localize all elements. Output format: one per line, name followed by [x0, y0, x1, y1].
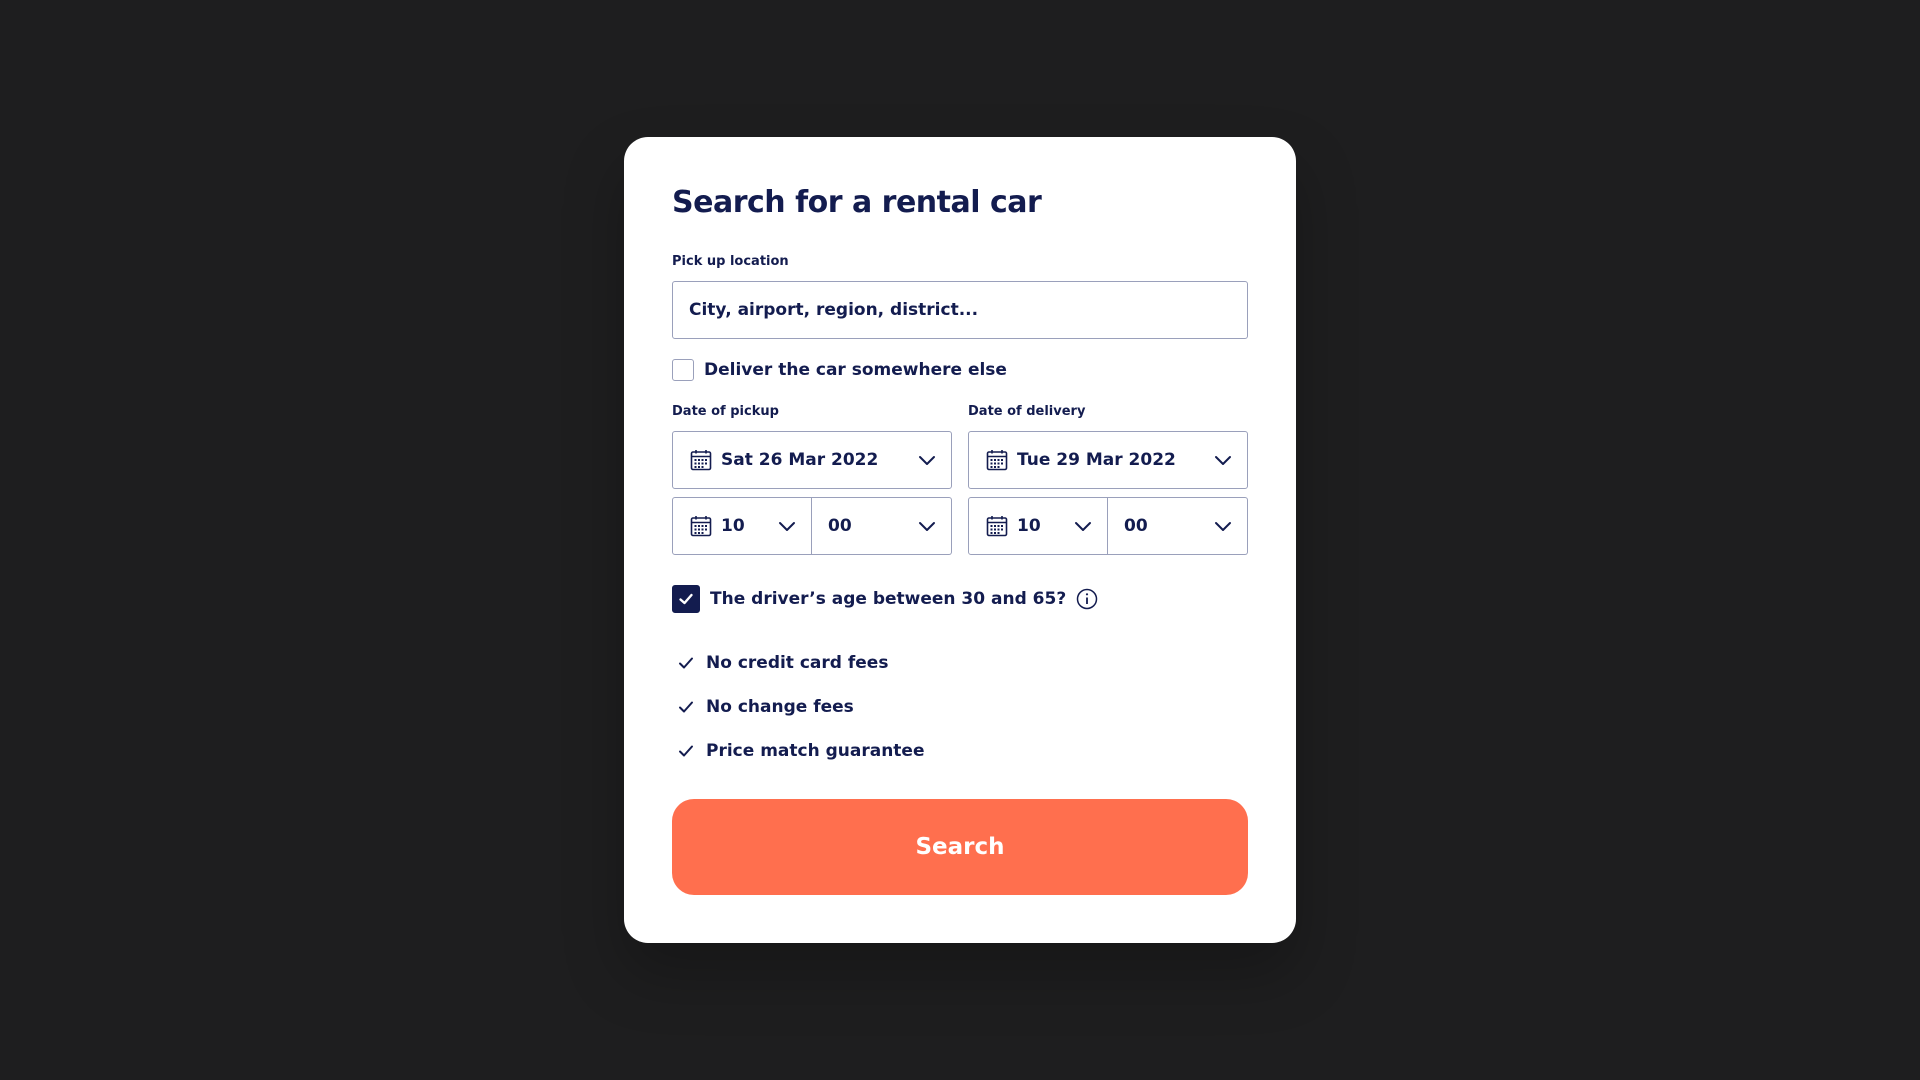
- calendar-icon: [689, 514, 713, 538]
- chevron-down-icon: [777, 516, 797, 536]
- delivery-hour-select[interactable]: 10: [968, 497, 1108, 555]
- feature-label: No credit card fees: [706, 653, 889, 673]
- pickup-date-column: Date of pickup Sat 26 Mar 2022 10 00: [672, 403, 952, 555]
- pickup-time-row: 10 00: [672, 497, 952, 555]
- deliver-elsewhere-checkbox[interactable]: [672, 359, 694, 381]
- chevron-down-icon: [917, 516, 937, 536]
- check-icon: [679, 593, 693, 605]
- delivery-time-row: 10 00: [968, 497, 1248, 555]
- pickup-date-label: Date of pickup: [672, 404, 779, 419]
- pickup-hour-value: 10: [721, 516, 745, 536]
- chevron-down-icon: [1213, 516, 1233, 536]
- pickup-location-input[interactable]: [672, 281, 1248, 339]
- deliver-elsewhere-label: Deliver the car somewhere else: [704, 360, 1007, 380]
- calendar-icon: [689, 448, 713, 472]
- delivery-date-column: Date of delivery Tue 29 Mar 2022 10 00: [968, 403, 1248, 555]
- feature-label: No change fees: [706, 697, 854, 717]
- delivery-date-value: Tue 29 Mar 2022: [1017, 450, 1176, 470]
- rental-search-card: Search for a rental car Pick up location…: [624, 137, 1296, 943]
- check-icon: [676, 655, 696, 671]
- feature-item: Price match guarantee: [672, 729, 1248, 773]
- delivery-date-label: Date of delivery: [968, 404, 1086, 419]
- feature-item: No credit card fees: [672, 641, 1248, 685]
- check-icon: [676, 743, 696, 759]
- driver-age-checkbox[interactable]: [672, 585, 700, 613]
- pickup-minute-value: 00: [828, 516, 852, 536]
- feature-label: Price match guarantee: [706, 741, 925, 761]
- delivery-minute-value: 00: [1124, 516, 1148, 536]
- deliver-elsewhere-row[interactable]: Deliver the car somewhere else: [672, 357, 1248, 383]
- pickup-location-label: Pick up location: [672, 254, 789, 269]
- check-icon: [676, 699, 696, 715]
- feature-item: No change fees: [672, 685, 1248, 729]
- delivery-date-select[interactable]: Tue 29 Mar 2022: [968, 431, 1248, 489]
- chevron-down-icon: [1213, 450, 1233, 470]
- pickup-hour-select[interactable]: 10: [672, 497, 812, 555]
- feature-list: No credit card fees No change fees Price…: [672, 641, 1248, 773]
- chevron-down-icon: [1073, 516, 1093, 536]
- calendar-icon: [985, 514, 1009, 538]
- pickup-date-select[interactable]: Sat 26 Mar 2022: [672, 431, 952, 489]
- driver-age-row[interactable]: The driver’s age between 30 and 65?: [672, 585, 1248, 613]
- pickup-minute-select[interactable]: 00: [812, 497, 952, 555]
- form-title: Search for a rental car: [672, 185, 1042, 220]
- delivery-minute-select[interactable]: 00: [1108, 497, 1248, 555]
- pickup-date-value: Sat 26 Mar 2022: [721, 450, 879, 470]
- info-icon[interactable]: [1076, 588, 1098, 610]
- calendar-icon: [985, 448, 1009, 472]
- driver-age-label: The driver’s age between 30 and 65?: [710, 589, 1067, 609]
- delivery-hour-value: 10: [1017, 516, 1041, 536]
- search-button[interactable]: Search: [672, 799, 1248, 895]
- chevron-down-icon: [917, 450, 937, 470]
- dates-section: Date of pickup Sat 26 Mar 2022 10 00 Dat…: [672, 403, 1248, 555]
